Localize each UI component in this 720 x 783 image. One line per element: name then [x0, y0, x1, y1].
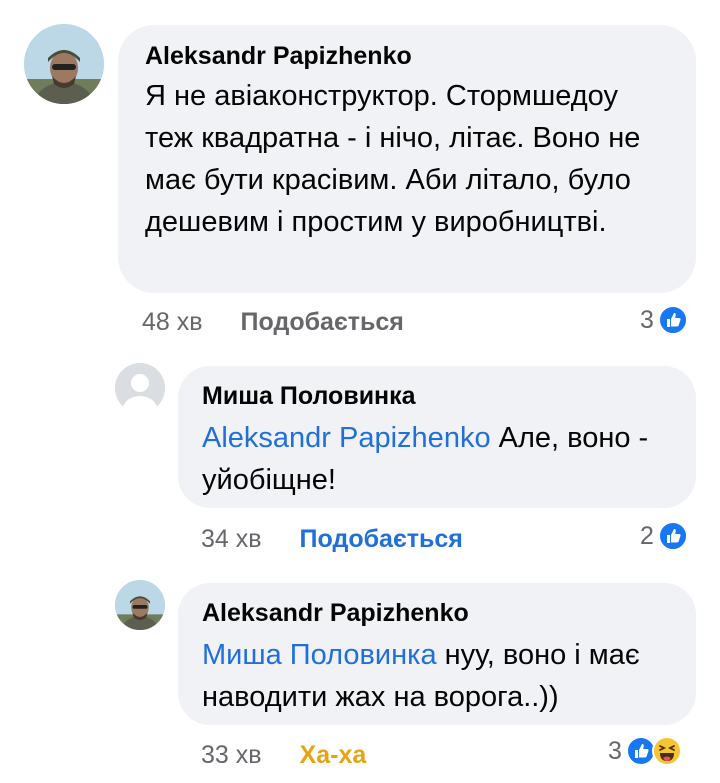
like-button[interactable]: Подобається — [300, 525, 463, 553]
reaction-count: 2 — [640, 522, 654, 550]
avatar[interactable] — [24, 24, 104, 104]
mention-link[interactable]: Aleksandr Papizhenko — [202, 422, 491, 454]
comment-text: Миша Половинка нуу, воно і має наводити … — [202, 634, 670, 718]
comment-time[interactable]: 33 хв — [201, 741, 262, 769]
comment-text: Aleksandr Papizhenko Але, воно - уйобіщн… — [202, 417, 670, 501]
reaction-count: 3 — [640, 306, 654, 334]
comment-author[interactable]: Aleksandr Papizhenko — [202, 598, 670, 628]
user-photo-icon — [24, 24, 104, 104]
like-icon — [657, 305, 688, 335]
haha-icon — [651, 736, 682, 766]
like-button[interactable]: Подобається — [241, 308, 404, 336]
comment-bubble: Aleksandr Papizhenko Я не авіаконструкто… — [118, 25, 696, 293]
comment-meta: 33 хв Ха-ха — [201, 740, 366, 770]
comment-bubble: Миша Половинка Aleksandr Papizhenko Але,… — [178, 366, 696, 508]
comment-time[interactable]: 48 хв — [142, 308, 203, 336]
comment-bubble: Aleksandr Papizhenko Миша Половинка нуу,… — [178, 583, 696, 725]
mention-link[interactable]: Миша Половинка — [202, 639, 437, 671]
like-icon — [657, 521, 688, 551]
comment-time[interactable]: 34 хв — [201, 525, 262, 553]
comment-author[interactable]: Aleksandr Papizhenko — [145, 41, 670, 71]
reaction-summary[interactable]: 3 — [640, 305, 688, 335]
reaction-summary[interactable]: 3 — [608, 736, 682, 766]
haha-button[interactable]: Ха-ха — [300, 741, 367, 769]
user-photo-icon — [115, 580, 165, 630]
avatar[interactable] — [115, 580, 165, 630]
avatar[interactable] — [115, 363, 165, 413]
reaction-summary[interactable]: 2 — [640, 521, 688, 551]
comment-text: Я не авіаконструктор. Стормшедоу теж ква… — [145, 80, 641, 238]
comment-meta: 48 хв Подобається — [142, 307, 404, 337]
comment-author[interactable]: Миша Половинка — [202, 381, 670, 411]
default-avatar-icon — [115, 363, 165, 413]
comment-meta: 34 хв Подобається — [201, 524, 463, 554]
reaction-count: 3 — [608, 737, 622, 765]
